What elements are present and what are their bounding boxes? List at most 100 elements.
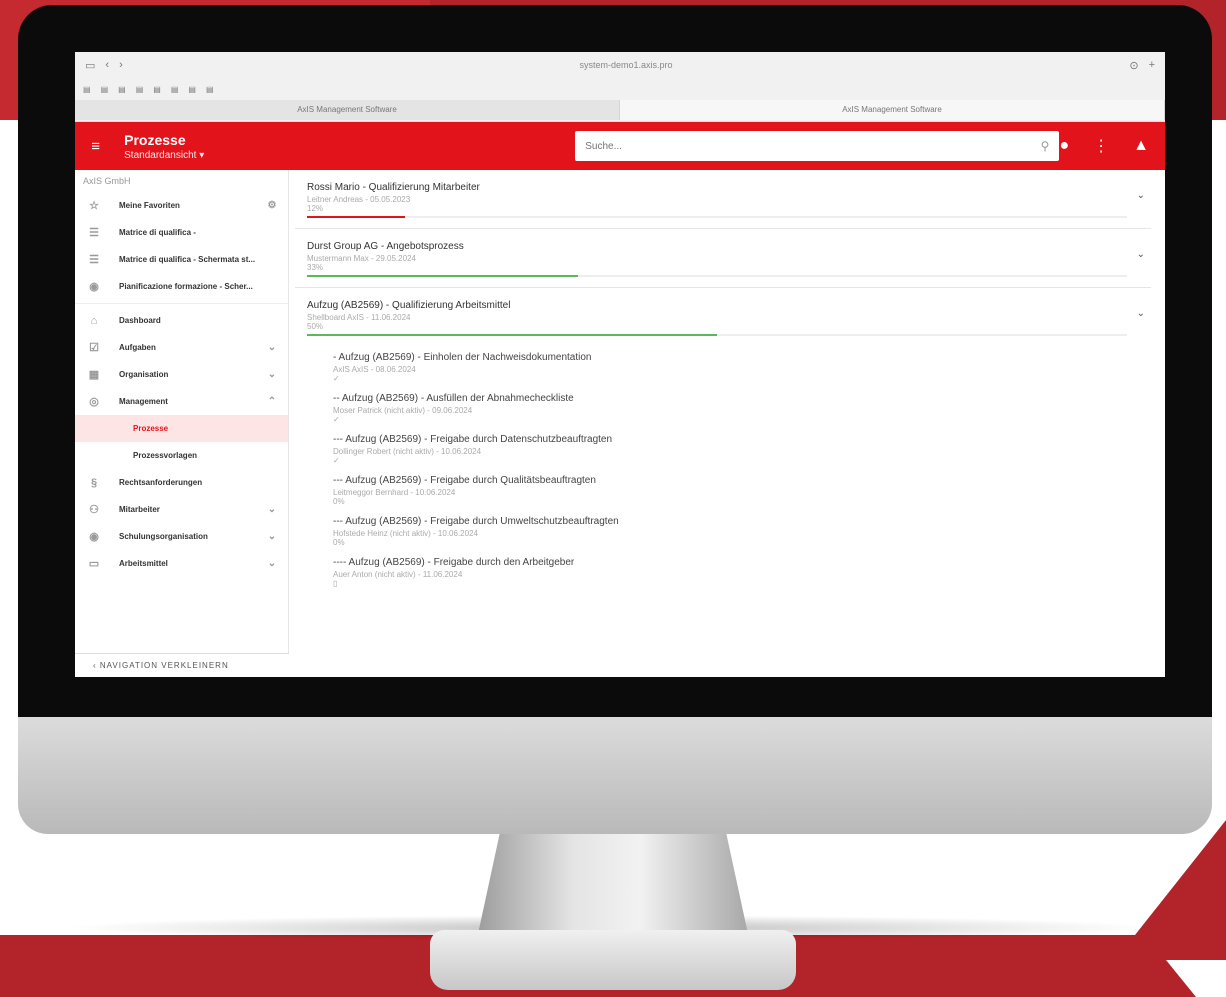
new-tab-icon[interactable]: +: [1149, 59, 1155, 71]
sidebar-item-matrix[interactable]: ☰ Matrice di qualifica -: [75, 219, 288, 246]
sidebar-item-legal[interactable]: § Rechtsanforderungen: [75, 469, 288, 496]
app-header: ≡ Prozesse Standardansicht ▾ ⚲ ● ⋮ ▲: [75, 122, 1165, 170]
process-card-expanded[interactable]: Aufzug (AB2569) - Qualifizierung Arbeits…: [295, 288, 1151, 346]
chevron-down-icon[interactable]: ⌄: [1137, 190, 1145, 201]
subprocess-item[interactable]: -- Aufzug (AB2569) - Ausfüllen der Abnah…: [295, 387, 1151, 428]
process-card[interactable]: Durst Group AG - Angebotsprozess Musterm…: [295, 229, 1151, 288]
sidebar-item-label: Dashboard: [119, 316, 161, 325]
process-percent: 50%: [307, 322, 324, 331]
chevron-down-icon: ⌄: [267, 558, 277, 569]
sidebar-item-employees[interactable]: ⚇ Mitarbeiter ⌄: [75, 496, 288, 523]
progress-track: [307, 275, 1127, 277]
sidebar-item-process-templates[interactable]: Prozessvorlagen: [75, 442, 288, 469]
sidebar-item-organisation[interactable]: ▦ Organisation ⌄: [75, 361, 288, 388]
subprocess-meta: Dollinger Robert (nicht aktiv) - 10.06.2…: [333, 447, 482, 456]
sidebar-item-label: Pianificazione formazione - Scher...: [119, 282, 253, 291]
paragraph-icon: §: [90, 476, 98, 489]
bookmark-icon[interactable]: ▤: [83, 85, 91, 94]
eye-icon: ◉: [89, 531, 99, 543]
people-icon: ⚇: [89, 504, 99, 516]
subprocess-item[interactable]: --- Aufzug (AB2569) - Freigabe durch Qua…: [295, 469, 1151, 510]
sidebar-item-label: Management: [119, 397, 168, 406]
monitor-stand: [478, 834, 748, 934]
sidebar-item-label: Arbeitsmittel: [119, 559, 168, 568]
subprocess-status: ✓: [333, 374, 340, 383]
sidebar-toggle-icon[interactable]: ▭: [85, 59, 95, 72]
sidebar-item-favorites[interactable]: ☆ Meine Favoriten ⚙: [75, 192, 288, 219]
process-percent: 12%: [307, 204, 324, 213]
sidebar-item-dashboard[interactable]: ⌂ Dashboard: [75, 307, 288, 334]
back-icon[interactable]: ‹: [105, 59, 109, 71]
subprocess-meta: AxIS AxIS - 08.06.2024: [333, 365, 416, 374]
page-title: Prozesse: [124, 131, 186, 148]
address-bar[interactable]: system-demo1.axis.pro: [511, 60, 741, 70]
bookmark-icon[interactable]: ▤: [153, 85, 161, 94]
sidebar-item-training[interactable]: ◉ Schulungsorganisation ⌄: [75, 523, 288, 550]
monitor-icon: ▭: [88, 558, 100, 570]
subprocess-status: ✓: [333, 415, 340, 424]
bookmark-icon[interactable]: ▤: [188, 85, 196, 94]
star-icon: ☆: [89, 200, 99, 212]
hamburger-menu-icon[interactable]: ≡: [83, 138, 108, 155]
subprocess-item[interactable]: ---- Aufzug (AB2569) - Freigabe durch de…: [295, 551, 1151, 592]
gear-icon[interactable]: ⚙: [264, 200, 280, 211]
page-title-block: Prozesse Standardansicht ▾: [124, 132, 356, 161]
more-vert-icon[interactable]: ⋮: [1093, 136, 1109, 156]
subprocess-item[interactable]: --- Aufzug (AB2569) - Freigabe durch Umw…: [295, 510, 1151, 551]
subprocess-meta: Hofstede Heinz (nicht aktiv) - 10.06.202…: [333, 529, 478, 538]
process-title: Durst Group AG - Angebotsprozess: [307, 241, 464, 252]
sidebar-item-label: Organisation: [119, 370, 169, 379]
sidebar-item-matrix-screen[interactable]: ☰ Matrice di qualifica - Schermata st...: [75, 246, 288, 273]
subprocess-item[interactable]: - Aufzug (AB2569) - Einholen der Nachwei…: [295, 346, 1151, 387]
progress-fill: [307, 216, 406, 218]
bookmark-icon[interactable]: ▤: [171, 85, 179, 94]
home-icon: ⌂: [90, 314, 98, 327]
sidebar-item-tasks[interactable]: ☑ Aufgaben ⌄: [75, 334, 288, 361]
search-box: ⚲: [575, 131, 1060, 161]
process-percent: 33%: [307, 263, 324, 272]
sidebar-item-training-plan[interactable]: ◉ Pianificazione formazione - Scher...: [75, 273, 288, 300]
sidebar-item-label: Prozesse: [133, 424, 169, 433]
browser-tab-active[interactable]: AxIS Management Software: [620, 100, 1165, 120]
user-avatar-icon[interactable]: ▲: [1133, 137, 1149, 155]
view-selector[interactable]: Standardansicht ▾: [124, 150, 356, 161]
chevron-up-icon: ⌃: [267, 396, 277, 407]
chevron-down-icon[interactable]: ⌄: [1137, 249, 1145, 260]
subprocess-status: ✓: [333, 456, 340, 465]
subprocess-meta: Moser Patrick (nicht aktiv) - 09.06.2024: [333, 406, 473, 415]
sidebar-item-equipment[interactable]: ▭ Arbeitsmittel ⌄: [75, 550, 288, 577]
subprocess-title: --- Aufzug (AB2569) - Freigabe durch Umw…: [333, 516, 619, 527]
forward-icon[interactable]: ›: [119, 59, 123, 71]
collapse-navigation-button[interactable]: ‹ NAVIGATION VERKLEINERN: [75, 653, 289, 677]
sidebar-item-label: Rechtsanforderungen: [119, 478, 203, 487]
browser-tab[interactable]: AxIS Management Software: [75, 100, 620, 120]
bookmark-icon[interactable]: ▤: [118, 85, 126, 94]
share-icon[interactable]: ⊙: [1129, 59, 1138, 72]
process-list: Rossi Mario - Qualifizierung Mitarbeiter…: [289, 170, 1165, 677]
bookmarks-bar: ▤ ▤ ▤ ▤ ▤ ▤ ▤ ▤: [75, 78, 1165, 100]
bookmark-icon[interactable]: ▤: [101, 85, 109, 94]
eye-icon: ◉: [89, 281, 99, 293]
sidebar-item-management[interactable]: ◎ Management ⌃: [75, 388, 288, 415]
search-icon[interactable]: ⚲: [1041, 139, 1050, 153]
company-name: AxIS GmbH: [83, 176, 131, 186]
main-area: AxIS GmbH ☆ Meine Favoriten ⚙ ☰ Matrice …: [75, 170, 1165, 677]
sidebar-item-label: Aufgaben: [119, 343, 156, 352]
divider: [75, 303, 288, 304]
subprocess-title: --- Aufzug (AB2569) - Freigabe durch Qua…: [333, 475, 596, 486]
browser-tabs: AxIS Management Software AxIS Management…: [75, 100, 1165, 120]
sidebar-item-processes[interactable]: Prozesse: [75, 415, 288, 442]
browser-toolbar: ▭ ‹ › system-demo1.axis.pro ⊙ +: [75, 52, 1165, 78]
process-meta: Leitner Andreas - 05.05.2023: [307, 195, 411, 204]
subprocess-title: -- Aufzug (AB2569) - Ausfüllen der Abnah…: [333, 393, 574, 404]
search-input[interactable]: [585, 140, 1041, 152]
bookmark-icon[interactable]: ▤: [136, 85, 144, 94]
subprocess-item[interactable]: --- Aufzug (AB2569) - Freigabe durch Dat…: [295, 428, 1151, 469]
chevron-down-icon[interactable]: ⌄: [1137, 308, 1145, 319]
subprocess-meta: Leitmeggor Bernhard - 10.06.2024: [333, 488, 456, 497]
progress-track: [307, 216, 1127, 218]
process-card[interactable]: Rossi Mario - Qualifizierung Mitarbeiter…: [295, 170, 1151, 229]
chat-bubble-icon[interactable]: ●: [1059, 137, 1069, 155]
settings-icon: ◎: [89, 396, 99, 408]
bookmark-icon[interactable]: ▤: [206, 85, 214, 94]
